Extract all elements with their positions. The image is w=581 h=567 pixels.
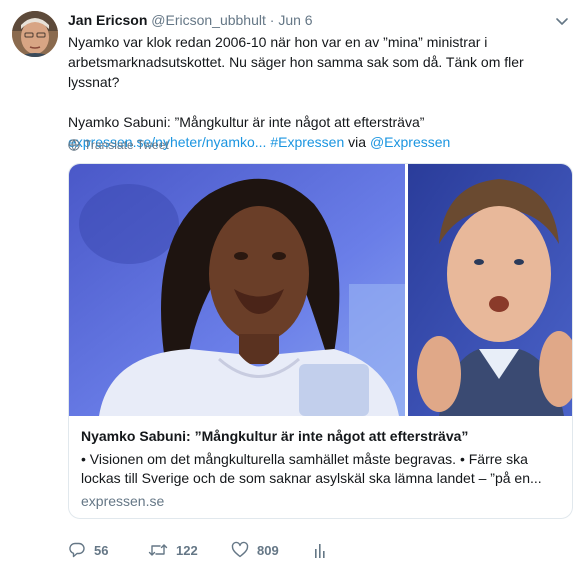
card-description: • Visionen om det mångkulturella samhäll… <box>81 451 542 486</box>
like-count: 809 <box>257 542 279 558</box>
reply-count: 56 <box>94 542 109 558</box>
author-handle[interactable]: @Ericson_ubbhult <box>151 12 266 28</box>
globe-icon <box>68 139 80 151</box>
like-button[interactable]: 809 <box>231 540 313 560</box>
tweet-headline: Nyamko Sabuni: ”Mångkultur är inte något… <box>68 114 425 130</box>
card-image <box>69 164 572 416</box>
hashtag-link[interactable]: #Expressen <box>270 134 344 150</box>
reply-button[interactable]: 56 <box>68 540 148 560</box>
chevron-down-icon[interactable] <box>552 14 572 30</box>
analytics-icon <box>315 544 325 558</box>
tweet-text-line2: arbetsmarknadsutskottet. Nu säger hon sa… <box>68 54 524 90</box>
reply-icon <box>69 542 85 558</box>
translate-tweet-button[interactable]: Translate Tweet <box>68 137 169 153</box>
retweet-count: 122 <box>176 542 198 558</box>
tweet-text-line1: Nyamko var klok redan 2006-10 när hon va… <box>68 34 488 50</box>
translate-label: Translate Tweet <box>84 138 169 152</box>
tweet-text: Nyamko var klok redan 2006-10 när hon va… <box>68 32 573 152</box>
card-domain: expressen.se <box>81 493 165 509</box>
retweet-button[interactable]: 122 <box>148 540 231 560</box>
tweet-actions: 56 122 809 <box>68 540 327 560</box>
tweet-header: Jan Ericson @Ericson_ubbhult · Jun 6 <box>68 10 573 30</box>
heart-icon <box>231 541 249 558</box>
author-name[interactable]: Jan Ericson <box>68 12 147 28</box>
link-card[interactable]: Nyamko Sabuni: ”Mångkultur är inte något… <box>68 163 573 519</box>
retweet-icon <box>148 544 168 556</box>
card-title[interactable]: Nyamko Sabuni: ”Mångkultur är inte något… <box>81 427 560 446</box>
analytics-button[interactable] <box>313 540 327 560</box>
mention-link[interactable]: @Expressen <box>370 134 450 150</box>
via-text: via <box>348 134 367 150</box>
avatar[interactable] <box>12 11 58 57</box>
separator-dot: · <box>269 12 275 28</box>
tweet-date[interactable]: Jun 6 <box>278 12 312 28</box>
avatar-image <box>12 11 58 57</box>
